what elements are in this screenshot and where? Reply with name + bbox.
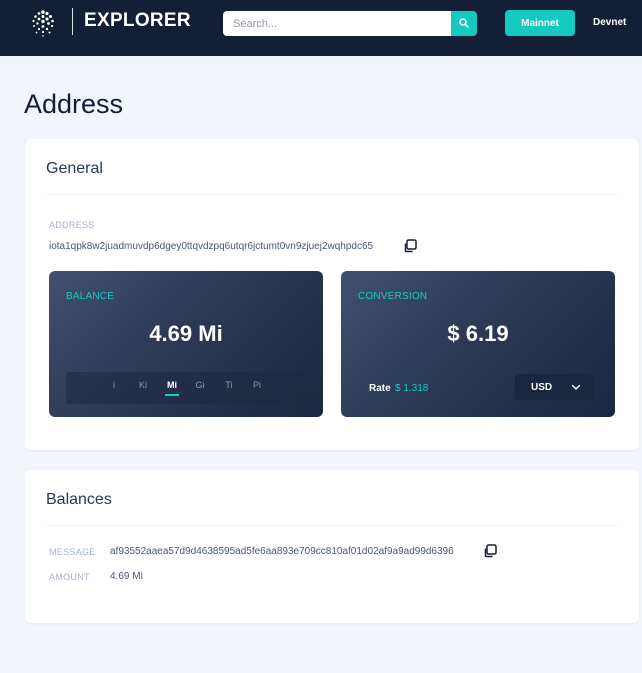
unit-option-gi[interactable]: Gi xyxy=(190,380,210,390)
chevron-down-icon xyxy=(569,380,583,394)
divider xyxy=(46,525,618,526)
currency-select[interactable]: USD xyxy=(515,374,595,400)
unit-option-ti[interactable]: Ti xyxy=(219,380,239,390)
divider xyxy=(46,194,618,195)
address-label: ADDRESS xyxy=(49,220,95,230)
conversion-label: CONVERSION xyxy=(358,291,428,302)
copy-icon[interactable] xyxy=(482,543,498,559)
mainnet-button[interactable]: Mainnet xyxy=(505,10,575,36)
balances-title: Balances xyxy=(46,491,112,508)
search-bar xyxy=(223,11,477,36)
amount-value: 4.69 Mi xyxy=(110,571,143,582)
unit-option-ki[interactable]: Ki xyxy=(133,380,153,390)
devnet-link[interactable]: Devnet xyxy=(593,17,626,28)
unit-option-mi[interactable]: Mi xyxy=(162,380,182,396)
balances-card: Balances MESSAGE af93552aaea57d9d4638595… xyxy=(25,470,639,623)
conversion-value: $ 6.19 xyxy=(447,321,509,346)
logo-divider xyxy=(72,8,73,35)
page-title: Address xyxy=(24,89,124,119)
search-button[interactable] xyxy=(451,11,477,36)
top-navbar: EXPLORER Mainnet Devnet xyxy=(0,0,642,56)
balance-value: 4.69 Mi xyxy=(149,321,223,346)
iota-logo-icon[interactable] xyxy=(27,7,59,39)
message-label: MESSAGE xyxy=(49,547,96,557)
unit-option-i[interactable]: i xyxy=(104,380,124,390)
copy-icon[interactable] xyxy=(402,238,418,254)
rate-label: Rate xyxy=(369,383,391,394)
general-card: General ADDRESS iota1qpk8w2juadmuvdp6dge… xyxy=(25,139,639,450)
currency-value: USD xyxy=(531,382,553,393)
balance-label: BALANCE xyxy=(66,291,115,302)
app-title[interactable]: EXPLORER xyxy=(84,10,191,32)
unit-option-pi[interactable]: Pi xyxy=(247,380,267,390)
conversion-panel: CONVERSION $ 6.19 Rate $ 1.318 USD xyxy=(341,271,615,417)
balance-panel: BALANCE 4.69 Mi i Ki Mi Gi Ti Pi xyxy=(49,271,323,417)
unit-selector: i Ki Mi Gi Ti Pi xyxy=(66,372,306,404)
search-icon xyxy=(459,15,469,33)
message-id[interactable]: af93552aaea57d9d4638595ad5fe6aa893e709cc… xyxy=(110,546,454,557)
general-title: General xyxy=(46,160,103,177)
address-value: iota1qpk8w2juadmuvdp6dgey0ttqvdzpq6utqr6… xyxy=(49,241,374,252)
search-input[interactable] xyxy=(223,11,451,36)
rate-value: $ 1.318 xyxy=(395,383,429,394)
amount-label: AMOUNT xyxy=(49,572,90,582)
